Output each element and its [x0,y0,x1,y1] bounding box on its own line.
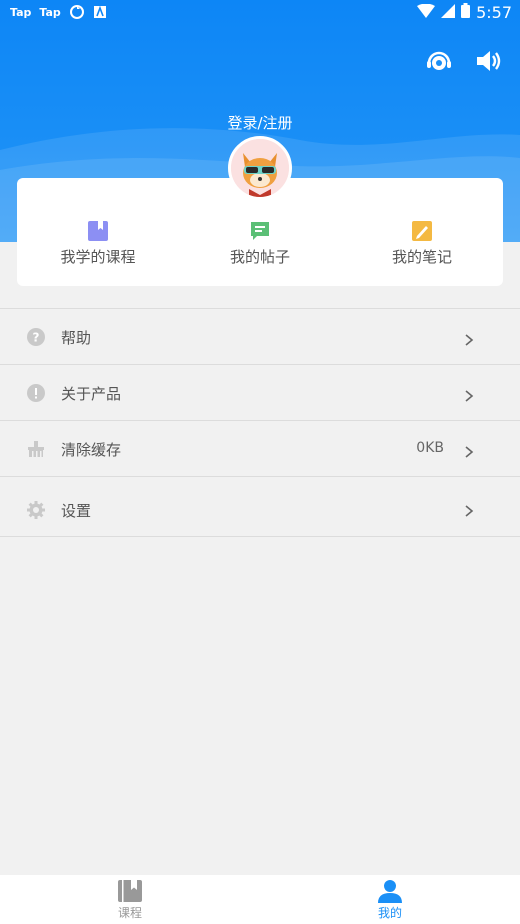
shiba-avatar-icon [231,139,289,197]
settings-menu: ? 帮助 关于产品 清除缓存 0KB 设置 [0,308,520,537]
chevron-right-icon [464,387,474,402]
quick-link-my-posts[interactable]: 我的帖子 [179,220,341,267]
status-app-label-1: Tap [10,5,32,19]
user-icon [377,879,403,903]
chevron-right-icon [464,502,474,517]
info-icon [27,384,45,402]
book-icon [117,879,143,903]
avatar[interactable] [228,136,292,200]
quick-link-my-courses[interactable]: 我学的课程 [17,220,179,267]
help-icon: ? [27,328,45,346]
battery-icon [461,3,471,22]
signal-icon [441,3,456,22]
gear-icon [27,501,45,519]
menu-item-help[interactable]: ? 帮助 [0,308,520,364]
tab-courses[interactable]: 课程 [90,879,170,921]
svg-text:?: ? [33,331,40,345]
quick-link-my-notes[interactable]: 我的笔记 [341,220,503,267]
menu-item-label: 帮助 [61,329,92,347]
login-register-link[interactable]: 登录/注册 [0,112,520,133]
menu-item-about[interactable]: 关于产品 [0,364,520,420]
a-box-icon [93,5,109,19]
menu-item-settings[interactable]: 设置 [0,476,520,537]
quick-link-label: 我的帖子 [229,248,290,266]
status-bar: Tap Tap 5:57 [0,0,520,28]
chevron-right-icon [464,443,474,458]
tab-label: 课程 [117,906,142,920]
tab-mine[interactable]: 我的 [350,879,430,921]
menu-item-label: 清除缓存 [61,441,122,459]
status-time: 5:57 [476,3,512,22]
sync-icon [69,5,85,19]
quick-link-label: 我学的课程 [60,248,136,266]
book-icon [87,220,109,242]
cache-size-value: 0KB [416,440,444,456]
customer-service-icon[interactable] [424,46,454,76]
note-icon [411,220,433,242]
broom-icon [27,440,45,458]
chevron-right-icon [464,331,474,346]
menu-item-label: 设置 [61,502,92,520]
quick-link-label: 我的笔记 [391,248,452,266]
volume-icon[interactable] [474,46,504,76]
wifi-icon [417,3,436,22]
chat-icon [249,220,271,242]
menu-item-label: 关于产品 [61,385,122,403]
menu-item-clear-cache[interactable]: 清除缓存 0KB [0,420,520,476]
status-app-label-2: Tap [39,5,61,19]
tab-label: 我的 [377,906,402,920]
bottom-navigation: 课程 我的 [0,875,520,924]
